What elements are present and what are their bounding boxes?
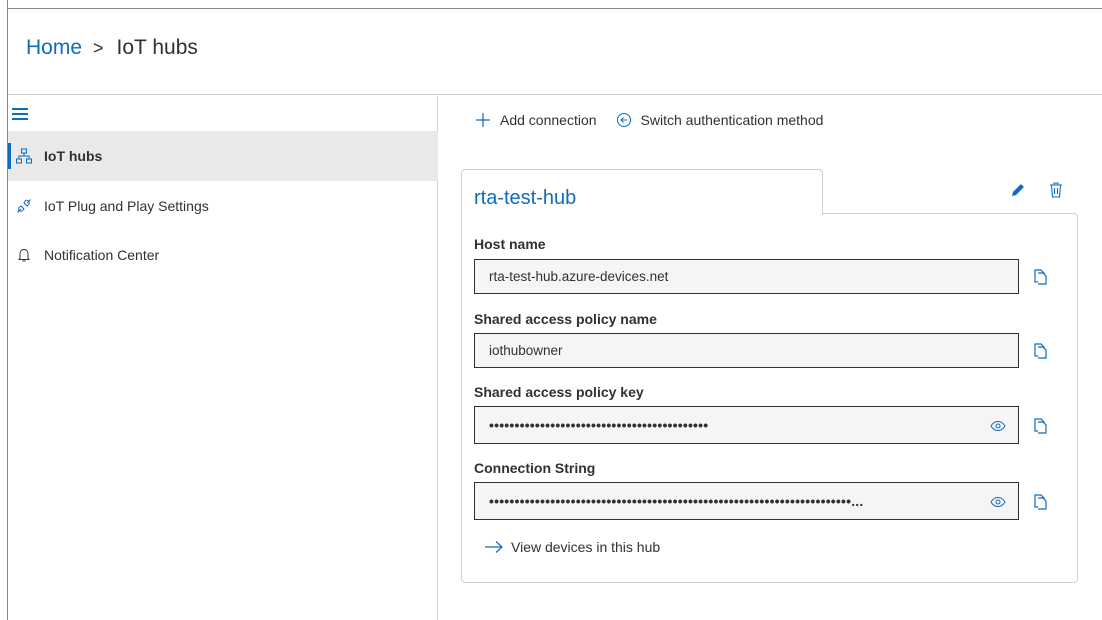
- sidebar-item-label: IoT hubs: [44, 148, 103, 164]
- delete-icon[interactable]: [1046, 180, 1066, 200]
- hub-name: rta-test-hub: [474, 187, 577, 209]
- copy-icon[interactable]: [1032, 341, 1048, 359]
- sidebar: IoT hubs IoT Plug and Play Settings Noti…: [8, 96, 438, 620]
- breadcrumb-current: IoT hubs: [116, 36, 198, 59]
- view-devices-link[interactable]: View devices in this hub: [484, 539, 660, 555]
- hamburger-icon[interactable]: [12, 108, 28, 120]
- policy-key-label: Shared access policy key: [474, 384, 644, 400]
- app-window: Home > IoT hubs IoT hubs IoT Plug and Pl…: [0, 0, 1102, 620]
- breadcrumb-home-link[interactable]: Home: [26, 36, 82, 60]
- sidebar-item-iot-hubs[interactable]: IoT hubs: [8, 131, 438, 181]
- header: Home > IoT hubs: [8, 9, 1102, 95]
- sidebar-item-notification-center[interactable]: Notification Center: [8, 230, 438, 280]
- command-bar: Add connection Switch authentication met…: [474, 111, 823, 129]
- bell-icon: [16, 247, 32, 263]
- copy-icon[interactable]: [1032, 267, 1048, 285]
- copy-icon[interactable]: [1032, 416, 1048, 434]
- policy-name-field[interactable]: iothubowner: [474, 333, 1019, 368]
- policy-key-field[interactable]: ••••••••••••••••••••••••••••••••••••••••…: [474, 406, 1019, 444]
- connection-string-field[interactable]: ••••••••••••••••••••••••••••••••••••••••…: [474, 482, 1019, 520]
- host-name-field[interactable]: rta-test-hub.azure-devices.net: [474, 259, 1019, 294]
- plug-icon: [16, 198, 32, 214]
- hub-card-actions: [1008, 180, 1066, 200]
- add-connection-button[interactable]: Add connection: [474, 111, 597, 129]
- arrow-right-icon: [484, 540, 504, 554]
- plus-icon: [474, 111, 492, 129]
- sidebar-item-plug-and-play[interactable]: IoT Plug and Play Settings: [8, 181, 438, 231]
- policy-name-value: iothubowner: [489, 343, 563, 358]
- copy-icon[interactable]: [1032, 492, 1048, 510]
- breadcrumb: Home > IoT hubs: [26, 36, 198, 60]
- switch-auth-method-button[interactable]: Switch authentication method: [615, 111, 824, 129]
- switch-auth-method-label: Switch authentication method: [640, 112, 824, 128]
- hub-tab[interactable]: rta-test-hub: [461, 169, 823, 215]
- host-name-label: Host name: [474, 236, 546, 252]
- connection-string-label: Connection String: [474, 460, 596, 476]
- sidebar-item-label: IoT Plug and Play Settings: [44, 198, 209, 214]
- breadcrumb-separator: >: [93, 37, 104, 58]
- circle-arrow-left-icon: [615, 111, 633, 129]
- connection-string-value: ••••••••••••••••••••••••••••••••••••••••…: [489, 493, 864, 509]
- sidebar-item-label: Notification Center: [44, 247, 160, 263]
- selection-indicator: [8, 143, 11, 169]
- eye-icon[interactable]: [990, 419, 1006, 433]
- eye-icon[interactable]: [990, 495, 1006, 509]
- add-connection-label: Add connection: [500, 112, 597, 128]
- policy-name-label: Shared access policy name: [474, 311, 657, 327]
- policy-key-value: ••••••••••••••••••••••••••••••••••••••••…: [489, 417, 709, 433]
- host-name-value: rta-test-hub.azure-devices.net: [489, 269, 669, 284]
- view-devices-label: View devices in this hub: [511, 539, 661, 555]
- hub-network-icon: [16, 148, 32, 164]
- edit-icon[interactable]: [1008, 180, 1028, 200]
